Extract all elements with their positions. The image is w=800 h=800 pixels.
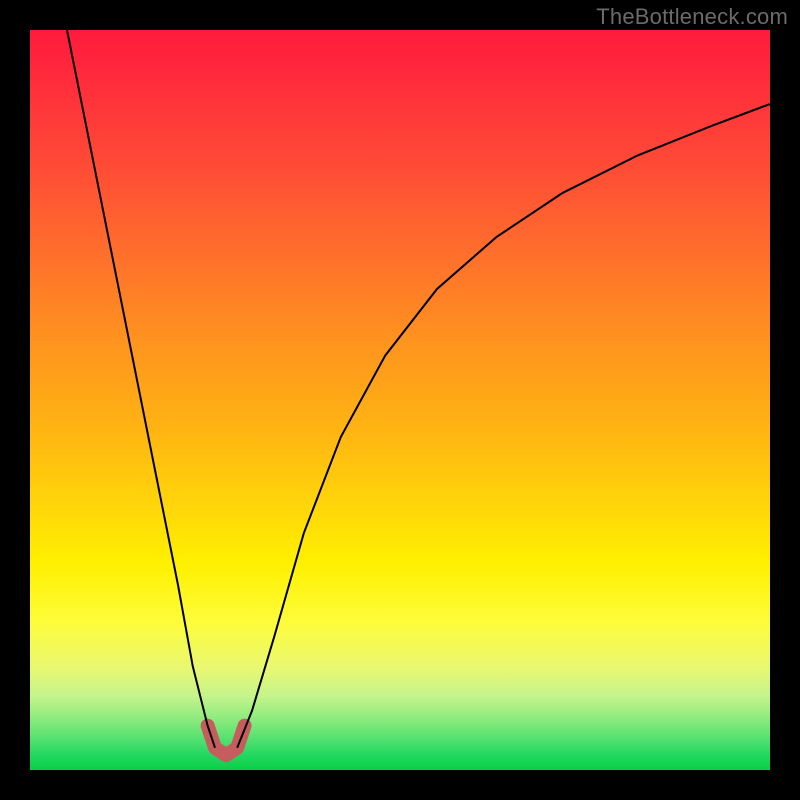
right-branch-curve <box>237 104 770 748</box>
left-branch-curve <box>67 30 215 748</box>
watermark-text: TheBottleneck.com <box>596 4 788 30</box>
plot-area <box>30 30 770 770</box>
curve-layer <box>30 30 770 770</box>
chart-frame: TheBottleneck.com <box>0 0 800 800</box>
